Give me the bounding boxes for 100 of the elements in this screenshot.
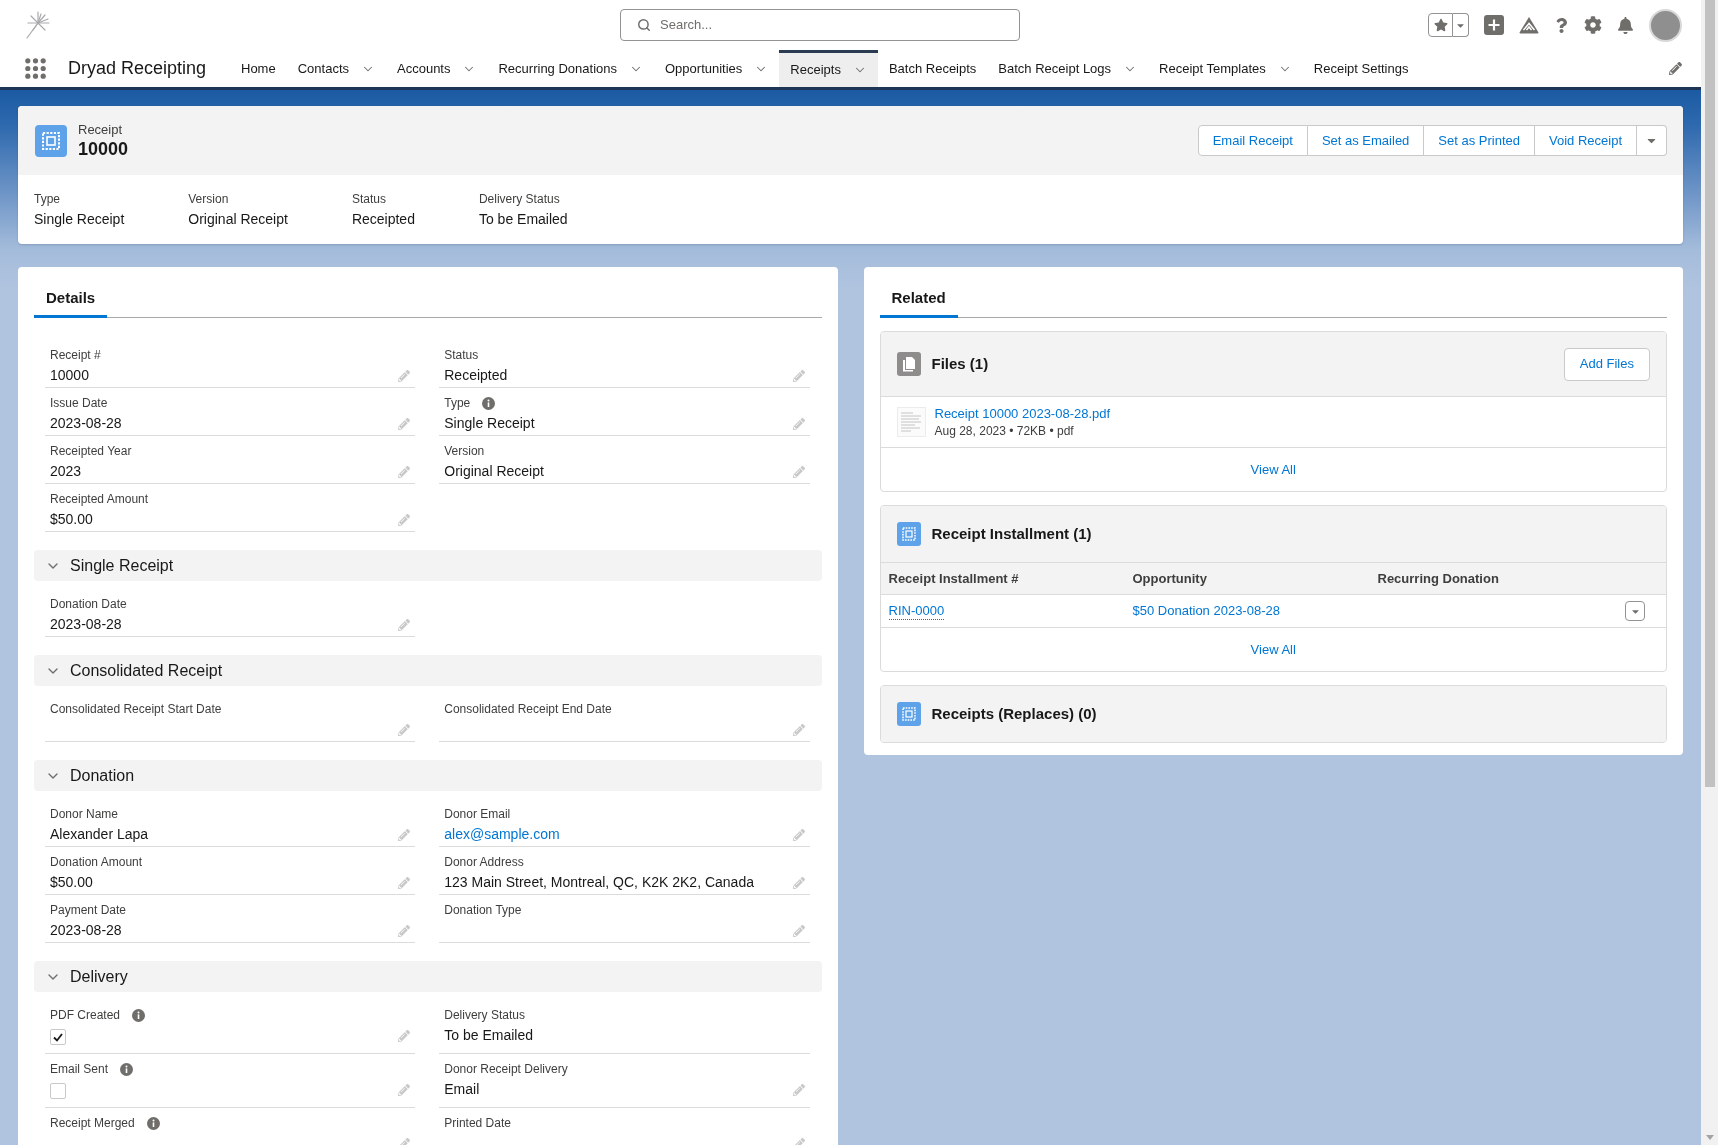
nav-tab[interactable]: Receipt Templates [1148, 50, 1303, 87]
view-all-link[interactable]: View All [1250, 639, 1296, 660]
field-label: Receipt # [50, 347, 101, 364]
field-value: Email [444, 1080, 480, 1099]
checkbox[interactable] [50, 1083, 66, 1099]
nav-tab[interactable]: Contacts [286, 50, 386, 87]
highlight-label: Status [351, 191, 387, 207]
file-details: Aug 28, 2023 • 72KB • pdf [934, 423, 1075, 439]
starburst-logo[interactable] [24, 11, 50, 39]
app-launcher-icon[interactable] [25, 58, 46, 79]
nav-tab[interactable]: Accounts [386, 50, 488, 87]
app-name: Dryad Receipting [68, 57, 207, 80]
checkmark-icon [53, 1032, 63, 1042]
field-value: $50.00 [50, 873, 93, 892]
field-label: Donor Name [50, 806, 119, 823]
column-header: Recurring Donation [1377, 569, 1500, 588]
nav-tab[interactable]: Opportunities [654, 50, 780, 87]
field-label: Consolidated Receipt End Date [444, 701, 612, 718]
section-header[interactable]: Delivery [34, 961, 822, 992]
field-label: Receipted Year [50, 443, 132, 460]
field-label: Receipted Amount [50, 491, 149, 508]
field-label: PDF Created [50, 1007, 121, 1024]
info-icon[interactable] [146, 1117, 160, 1130]
file-link[interactable]: Receipt 10000 2023-08-28.pdf [934, 405, 1111, 423]
documents-icon [896, 352, 921, 376]
info-icon[interactable] [482, 397, 496, 410]
field-label: Donation Date [50, 596, 127, 613]
highlight-label: Version [188, 191, 230, 207]
column-header: Receipt Installment # [888, 569, 1020, 588]
nav-tab[interactable]: Batch Receipts [877, 50, 988, 87]
star-icon [1433, 18, 1448, 32]
record-link[interactable]: $50 Donation 2023-08-28 [1132, 603, 1280, 619]
action-button[interactable]: Set as Printed [1424, 125, 1535, 156]
field-label: Donation Type [444, 902, 522, 919]
favorites-menu-button[interactable] [1453, 13, 1469, 37]
field-value: To be Emailed [444, 1026, 533, 1045]
action-button[interactable]: Void Receipt [1535, 125, 1637, 156]
add-files-button[interactable]: Add Files [1563, 347, 1650, 381]
nav-tab[interactable]: Batch Receipt Logs [987, 50, 1149, 87]
card-title: Files (1) [931, 353, 989, 374]
card-title: Receipts (Replaces) (0) [931, 703, 1097, 724]
highlight-value: Single Receipt [34, 210, 125, 229]
field-label: Type [444, 395, 471, 412]
field-label: Email Sent [50, 1061, 109, 1078]
search-icon [637, 18, 651, 32]
field-value: 2023 [50, 462, 82, 481]
column-header: Opportunity [1132, 569, 1208, 588]
info-icon[interactable] [120, 1063, 134, 1076]
highlight-value: Receipted [351, 210, 415, 229]
more-actions-button[interactable] [1637, 125, 1667, 156]
bell-icon[interactable] [1617, 16, 1634, 34]
field-value: 2023-08-28 [50, 615, 122, 634]
document-thumbnail-icon[interactable] [896, 407, 926, 437]
action-button[interactable]: Set as Emailed [1307, 125, 1425, 156]
record-link[interactable]: RIN-0000 [888, 602, 945, 620]
row-actions-button[interactable] [1625, 601, 1645, 621]
mountain-icon[interactable] [1519, 16, 1539, 34]
field-value: Original Receipt [444, 462, 544, 481]
section-header[interactable]: Consolidated Receipt [34, 655, 822, 686]
search-field[interactable]: Search... [620, 9, 1020, 41]
favorites-button[interactable] [1428, 13, 1453, 37]
highlight-value: To be Emailed [478, 210, 568, 229]
field-label: Status [444, 347, 479, 364]
field-label: Delivery Status [444, 1007, 525, 1024]
plus-icon[interactable] [1484, 15, 1504, 35]
avatar[interactable] [1649, 8, 1682, 42]
field-label: Payment Date [50, 902, 127, 919]
field-label: Issue Date [50, 395, 108, 412]
panel-tab[interactable]: Related [879, 282, 958, 318]
field-link[interactable]: alex@sample.com [444, 823, 560, 846]
nav-tab[interactable]: Receipts [779, 50, 878, 87]
section-header[interactable]: Single Receipt [34, 550, 822, 581]
field-label: Donor Email [444, 806, 511, 823]
panel-tab[interactable]: Details [34, 282, 108, 318]
highlight-value: Original Receipt [188, 210, 288, 229]
help-icon[interactable] [1554, 17, 1569, 33]
record-title: 10000 [78, 137, 129, 160]
view-all-link[interactable]: View All [1250, 459, 1296, 480]
stamp-icon [896, 522, 921, 546]
nav-tab[interactable]: Receipt Settings [1302, 50, 1420, 87]
highlight-label: Type [34, 191, 61, 207]
field-value: $50.00 [50, 510, 93, 529]
section-header[interactable]: Donation [34, 760, 822, 791]
field-value: Receipted [444, 366, 508, 385]
field-label: Donation Amount [50, 854, 143, 871]
pencil-icon[interactable] [1669, 62, 1682, 75]
nav-tab[interactable]: Home [230, 50, 287, 87]
field-label: Donor Address [444, 854, 524, 871]
stamp-icon [35, 124, 67, 157]
field-value: 10000 [50, 366, 89, 385]
action-button[interactable]: Email Receipt [1197, 125, 1308, 156]
field-label: Donor Receipt Delivery [444, 1061, 568, 1078]
scroll-down-arrow-icon[interactable] [1705, 1135, 1714, 1140]
settings-icon[interactable] [1584, 16, 1602, 34]
field-label: Receipt Merged [50, 1115, 135, 1132]
nav-tab[interactable]: Recurring Donations [487, 50, 654, 87]
checkbox[interactable] [50, 1029, 66, 1045]
highlight-label: Delivery Status [478, 191, 561, 207]
scrollbar-thumb[interactable] [1704, 0, 1715, 787]
info-icon[interactable] [132, 1009, 146, 1022]
